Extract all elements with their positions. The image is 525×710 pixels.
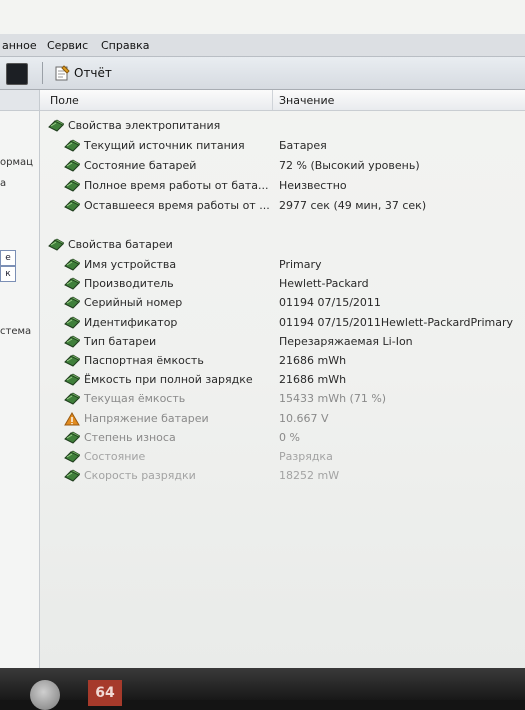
battery-icon	[64, 335, 80, 348]
battery-icon	[64, 316, 80, 329]
property-row[interactable]: Скорость разрядки 18252 mW	[40, 466, 525, 485]
property-value: Перезаряжаемая Li-Ion	[279, 334, 413, 348]
property-value: Батарея	[279, 139, 327, 152]
left-pane-item[interactable]: ормац	[0, 157, 33, 168]
left-pane-item[interactable]: стема	[0, 326, 31, 337]
property-row[interactable]: Ёмкость при полной зарядке 21686 mWh	[40, 370, 525, 389]
group-power-properties[interactable]: Свойства электропитания	[40, 116, 525, 135]
property-row[interactable]: Текущая ёмкость 15433 mWh (71 %)	[40, 389, 525, 408]
property-value: 10.667 V	[279, 411, 329, 425]
list-header: Поле Значение	[40, 90, 525, 111]
property-label: Производитель	[84, 277, 174, 291]
property-row[interactable]: Степень износа 0 %	[40, 428, 525, 447]
screen: анное Сервис Справка Отчёт ормац а е к с…	[0, 0, 525, 668]
property-label: Оставшееся время работы от ...	[84, 199, 270, 212]
property-label: Текущий источник питания	[84, 139, 245, 152]
property-label: Напряжение батареи	[84, 411, 209, 425]
battery-icon	[64, 373, 80, 386]
left-pane-item[interactable]: а	[0, 178, 6, 189]
group-title: Свойства электропитания	[68, 119, 221, 132]
property-label: Состояние	[84, 450, 146, 463]
battery-icon	[64, 296, 80, 309]
property-label: Текущая ёмкость	[84, 392, 186, 406]
menu-bar: анное Сервис Справка	[0, 34, 525, 57]
property-label: Скорость разрядки	[84, 469, 196, 483]
property-row[interactable]: Состояние Разрядка	[40, 447, 525, 466]
taskbar-app-icon[interactable]	[30, 680, 60, 710]
property-label: Тип батареи	[84, 334, 157, 348]
property-row[interactable]: Состояние батарей 72 % (Высокий уровень)	[40, 156, 525, 175]
warning-icon	[64, 412, 80, 426]
property-value: 0 %	[279, 430, 300, 444]
left-pane-header	[0, 90, 39, 111]
property-label: Паспортная ёмкость	[84, 354, 204, 367]
battery-icon	[64, 179, 80, 192]
report-icon	[55, 65, 70, 81]
property-value: 2977 сек (49 мин, 37 сек)	[279, 199, 427, 212]
property-value: Primary	[279, 258, 322, 271]
battery-icon	[64, 277, 80, 290]
battery-icon	[64, 469, 80, 482]
property-row[interactable]: Производитель Hewlett-Packard	[40, 274, 525, 293]
menu-item-help[interactable]: Справка	[101, 39, 149, 52]
battery-icon	[48, 238, 64, 251]
property-row[interactable]: Полное время работы от бата... Неизвестно	[40, 176, 525, 195]
property-row[interactable]: Имя устройства Primary	[40, 255, 525, 274]
property-label: Состояние батарей	[84, 159, 197, 172]
left-pane-item[interactable]: е	[0, 250, 16, 266]
property-label: Ёмкость при полной зарядке	[84, 373, 253, 387]
report-button[interactable]: Отчёт	[54, 62, 112, 84]
battery-icon	[64, 392, 80, 405]
battery-icon	[48, 119, 64, 132]
taskbar	[0, 668, 525, 700]
property-value: 72 % (Высокий уровень)	[279, 159, 420, 172]
group-battery-properties[interactable]: Свойства батареи	[40, 235, 525, 254]
property-row[interactable]: Серийный номер 01194 07/15/2011	[40, 293, 525, 312]
toolbar-separator	[42, 62, 43, 84]
property-value: 15433 mWh (71 %)	[279, 392, 387, 406]
property-label: Полное время работы от бата...	[84, 179, 269, 192]
toolbar: Отчёт	[0, 57, 525, 90]
property-row[interactable]: Напряжение батареи 10.667 V	[40, 409, 525, 428]
menu-item-data[interactable]: анное	[2, 39, 37, 52]
property-row[interactable]: Текущий источник питания Батарея	[40, 136, 525, 155]
taskbar-app-64[interactable]: 64	[88, 680, 122, 706]
property-row[interactable]: Тип батареи Перезаряжаемая Li-Ion	[40, 332, 525, 351]
battery-icon	[64, 199, 80, 212]
property-value: Неизвестно	[279, 179, 347, 192]
property-row[interactable]: Паспортная ёмкость 21686 mWh	[40, 351, 525, 370]
battery-icon	[64, 354, 80, 367]
left-pane-item[interactable]: к	[0, 266, 16, 282]
property-value: 01194 07/15/2011Hewlett-PackardPrimary	[279, 315, 514, 329]
column-divider[interactable]	[272, 90, 273, 110]
toolbar-button[interactable]	[6, 63, 28, 85]
property-label: Имя устройства	[84, 258, 177, 271]
property-row[interactable]: Идентификатор 01194 07/15/2011Hewlett-Pac…	[40, 313, 525, 332]
battery-icon	[64, 159, 80, 172]
property-label: Серийный номер	[84, 296, 183, 310]
property-value: Hewlett-Packard	[279, 277, 369, 291]
group-title: Свойства батареи	[68, 238, 173, 251]
column-header-value[interactable]: Значение	[279, 94, 334, 107]
battery-icon	[64, 258, 80, 271]
property-value: 01194 07/15/2011	[279, 296, 381, 310]
property-label: Идентификатор	[84, 315, 178, 329]
left-navigation-pane: ормац а е к стема	[0, 90, 40, 668]
property-label: Степень износа	[84, 430, 176, 444]
battery-icon	[64, 431, 80, 444]
report-label: Отчёт	[74, 66, 112, 80]
property-row[interactable]: Оставшееся время работы от ... 2977 сек (…	[40, 196, 525, 215]
property-value: 21686 mWh	[279, 354, 347, 367]
menu-item-service[interactable]: Сервис	[47, 39, 88, 52]
property-value: 18252 mW	[279, 469, 340, 483]
battery-icon	[64, 450, 80, 463]
battery-icon	[64, 139, 80, 152]
column-header-field[interactable]: Поле	[50, 94, 79, 107]
property-value: Разрядка	[279, 450, 333, 463]
property-value: 21686 mWh	[279, 373, 347, 387]
